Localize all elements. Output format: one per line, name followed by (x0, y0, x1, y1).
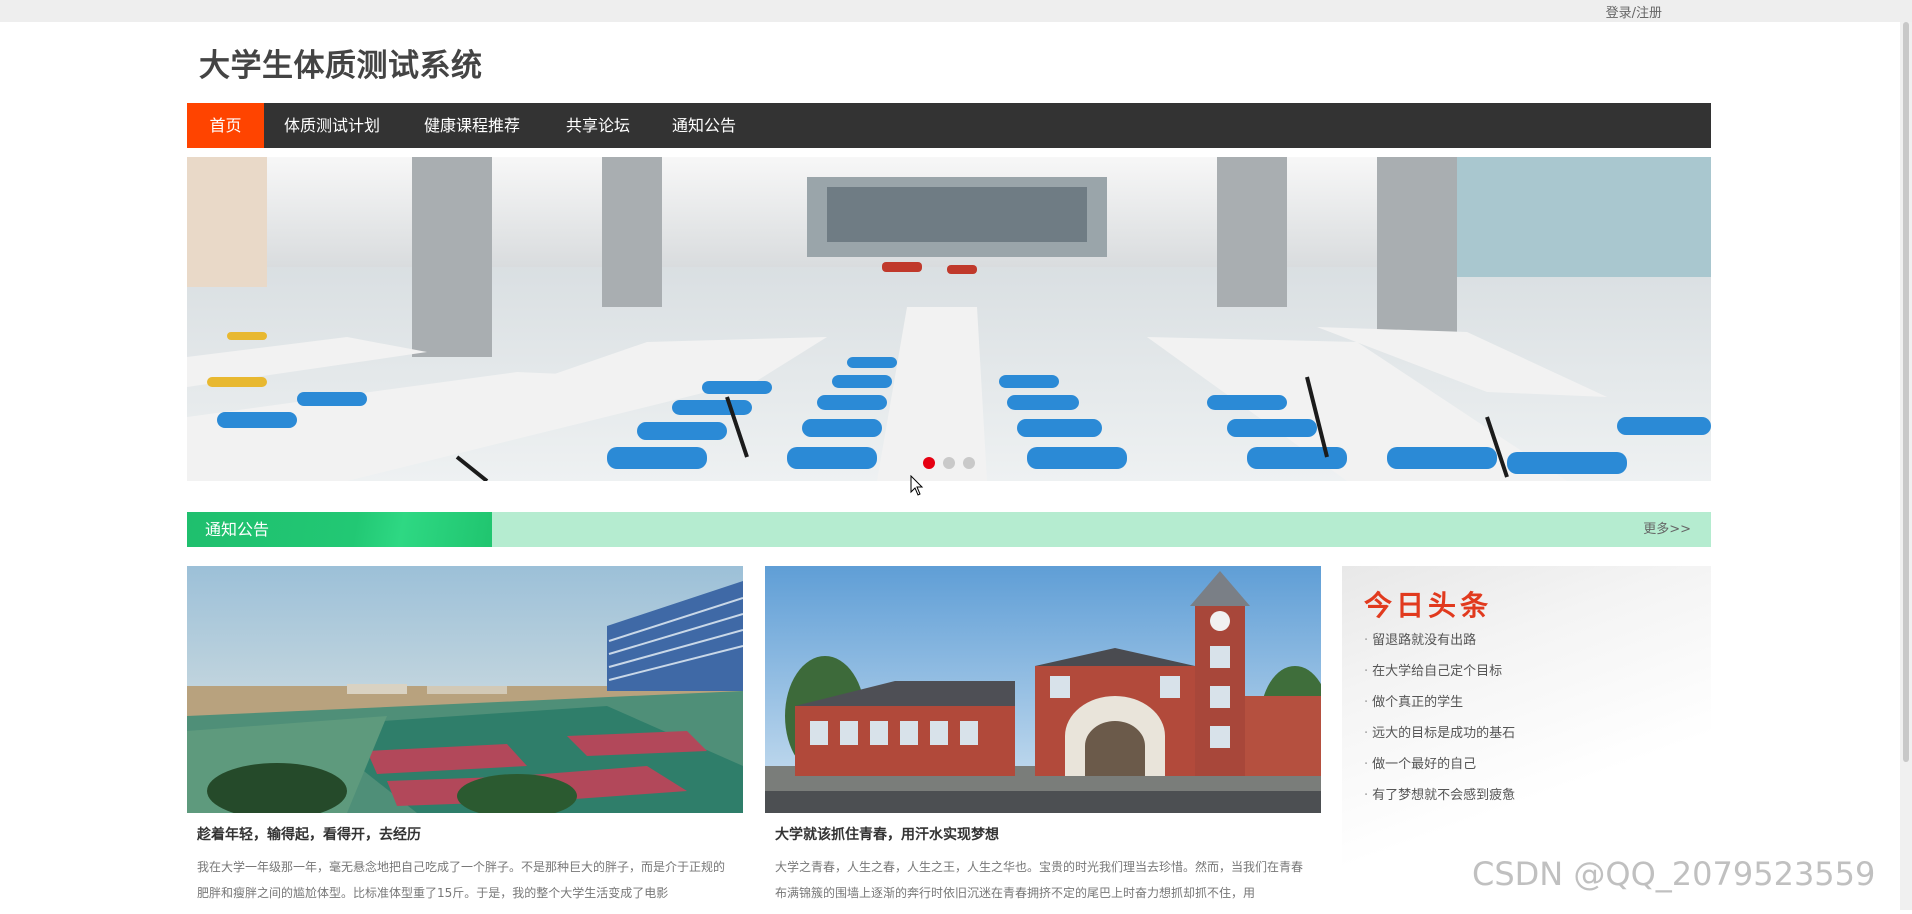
headline-item[interactable]: 做个真正的学生 (1364, 694, 1515, 725)
article-excerpt: 我在大学一年级那一年，毫无悬念地把自己吃成了一个胖子。不是那种巨大的胖子，而是介… (197, 860, 726, 900)
nav-item-home[interactable]: 首页 (187, 103, 264, 148)
headlines-list: 留退路就没有出路 在大学给自己定个目标 做个真正的学生 远大的目标是成功的基石 … (1364, 632, 1515, 818)
scrollbar-thumb[interactable] (1903, 22, 1909, 762)
mouse-cursor-icon (910, 475, 924, 496)
nav-item-test-plan[interactable]: 体质测试计划 (284, 103, 380, 148)
site-title: 大学生体质测试系统 (199, 48, 483, 84)
carousel-dot[interactable] (943, 457, 955, 469)
notice-section-title: 通知公告 (205, 520, 270, 539)
today-headlines-panel: 今日头条 留退路就没有出路 在大学给自己定个目标 做个真正的学生 远大的目标是成… (1342, 566, 1711, 866)
headlines-heading: 今日头条 (1364, 589, 1493, 622)
nav-item-health-course[interactable]: 健康课程推荐 (424, 103, 520, 148)
headline-item[interactable]: 做一个最好的自己 (1364, 756, 1515, 787)
article-title[interactable]: 大学就该抓住青春，用汗水实现梦想 (765, 824, 1321, 844)
article-excerpt: 大学之青春，人生之春，人生之王，人生之华也。宝贵的时光我们理当去珍惜。然而，当我… (775, 860, 1304, 900)
carousel-dot[interactable] (923, 457, 935, 469)
article-title[interactable]: 趁着年轻，输得起，看得开，去经历 (187, 824, 743, 844)
banner-image (187, 157, 1711, 481)
headline-item[interactable]: 远大的目标是成功的基石 (1364, 725, 1515, 756)
headline-item[interactable]: 有了梦想就不会感到疲惫 (1364, 787, 1515, 818)
nav-item-notice[interactable]: 通知公告 (672, 103, 736, 148)
headline-item[interactable]: 在大学给自己定个目标 (1364, 663, 1515, 694)
page-scrollbar[interactable] (1900, 22, 1912, 910)
notice-section-bar: 通知公告 更多>> (187, 512, 1711, 547)
main-nav: 首页 体质测试计划 健康课程推荐 共享论坛 通知公告 (187, 103, 1711, 148)
nav-item-forum[interactable]: 共享论坛 (566, 103, 630, 148)
top-bar: 登录/注册 (0, 0, 1912, 22)
carousel-dot[interactable] (963, 457, 975, 469)
more-link[interactable]: 更多>> (1643, 512, 1691, 547)
watermark: CSDN @QQ_2079523559 (1472, 855, 1876, 893)
login-register-link[interactable]: 登录/注册 (1606, 2, 1662, 21)
carousel-dots (187, 454, 1711, 473)
article-image[interactable] (187, 566, 743, 813)
article-card[interactable]: 大学就该抓住青春，用汗水实现梦想 大学之青春，人生之春，人生之王，人生之华也。宝… (765, 566, 1321, 914)
article-image[interactable] (765, 566, 1321, 813)
article-card[interactable]: 趁着年轻，输得起，看得开，去经历 我在大学一年级那一年，毫无悬念地把自己吃成了一… (187, 566, 743, 914)
headline-item[interactable]: 留退路就没有出路 (1364, 632, 1515, 663)
notice-section-tab: 通知公告 (187, 512, 492, 547)
banner-carousel[interactable] (187, 157, 1711, 481)
